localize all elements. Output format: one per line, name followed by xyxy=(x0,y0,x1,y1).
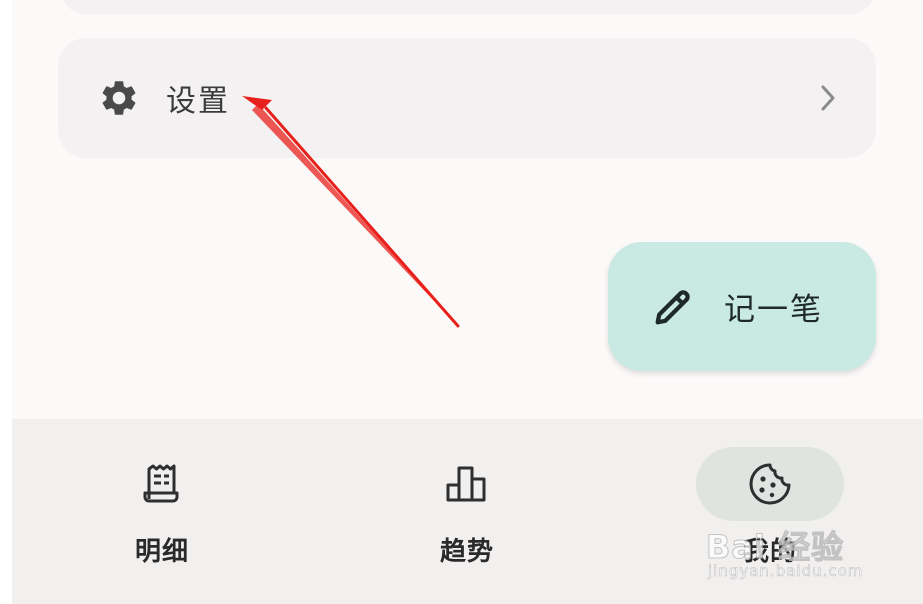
settings-row[interactable]: 设置 xyxy=(58,38,876,158)
nav-tab-details[interactable]: 明细 xyxy=(62,419,262,604)
cookie-icon xyxy=(749,463,791,505)
gear-icon xyxy=(98,77,140,119)
pencil-icon xyxy=(655,289,690,324)
settings-label: 设置 xyxy=(166,84,230,119)
nav-icon-wrap xyxy=(393,447,541,521)
chevron-right-icon xyxy=(814,82,842,114)
bottom-navigation: 明细 趋势 我的 xyxy=(12,419,923,604)
nav-tab-trends[interactable]: 趋势 xyxy=(367,419,567,604)
nav-label-trends: 趋势 xyxy=(439,537,494,567)
nav-icon-active-pill xyxy=(696,447,844,521)
previous-list-card xyxy=(60,0,876,14)
nav-tab-mine[interactable]: 我的 xyxy=(670,419,870,604)
bar-chart-icon xyxy=(446,466,486,502)
nav-label-mine: 我的 xyxy=(742,537,797,567)
nav-label-details: 明细 xyxy=(134,537,189,567)
add-record-button[interactable]: 记一笔 xyxy=(608,242,876,371)
receipt-icon xyxy=(143,464,179,503)
nav-icon-wrap xyxy=(88,447,236,521)
add-record-label: 记一笔 xyxy=(724,292,823,328)
app-screen: 设置 记一笔 明细 趋势 我的 xyxy=(12,0,923,604)
